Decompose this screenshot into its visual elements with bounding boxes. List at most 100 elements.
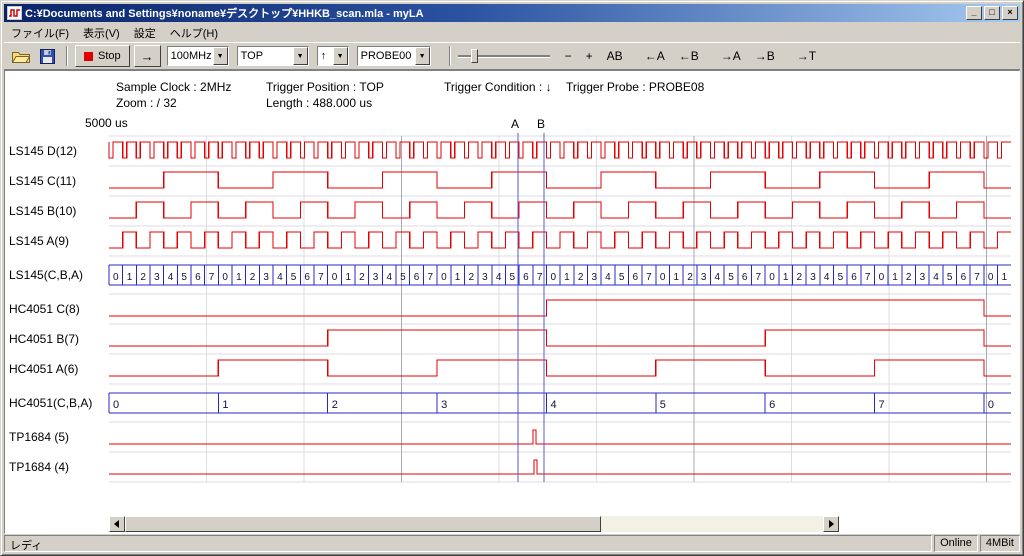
digital-wave	[109, 330, 1011, 346]
bus-value: 4	[605, 272, 611, 283]
horizontal-scrollbar[interactable]	[109, 516, 839, 532]
zoom-out-button[interactable]: −	[561, 46, 576, 66]
bus-value: 5	[728, 272, 734, 283]
bus-value: 4	[550, 399, 556, 411]
channel-label: LS145 D(12)	[9, 144, 77, 158]
zoom-info: Zoom : / 32	[116, 96, 177, 110]
bus-value: 6	[523, 272, 529, 283]
digital-wave	[109, 360, 1011, 376]
bus-value: 6	[961, 272, 967, 283]
channel-label: LS145 C(11)	[9, 174, 76, 188]
bus-value: 3	[482, 272, 488, 283]
toolbar: Stop → 100MHz ▼ TOP ▼ ↑ ▼ PROBE00 ▼ − + …	[4, 42, 1020, 70]
trigger-edge-select[interactable]: ↑ ▼	[317, 46, 349, 66]
ab-cursor-button[interactable]: AB	[603, 46, 627, 66]
bus-value: 3	[592, 272, 598, 283]
trigger-condition-info: Trigger Condition : ↓	[444, 80, 552, 94]
zoom-slider[interactable]	[458, 46, 550, 66]
bus-value: 1	[222, 399, 228, 411]
bus-value: 0	[879, 272, 885, 283]
bus-value: 2	[578, 272, 584, 283]
stop-icon	[84, 52, 93, 61]
slider-thumb[interactable]	[471, 49, 478, 63]
bus-value: 4	[933, 272, 939, 283]
run-button[interactable]: →	[134, 45, 161, 67]
scrollbar-thumb[interactable]	[125, 516, 601, 532]
bus-value: 2	[140, 272, 146, 283]
cursor-b-label: B	[537, 117, 545, 131]
sample-clock-select[interactable]: 100MHz ▼	[167, 46, 229, 66]
zoom-in-button[interactable]: +	[582, 46, 597, 66]
waveform-area[interactable]: 5000 usLS145 D(12)LS145 C(11)LS145 B(10)…	[1, 111, 1024, 491]
app-icon	[7, 6, 22, 20]
chevron-down-icon[interactable]: ▼	[293, 47, 308, 65]
bus-value: 3	[701, 272, 707, 283]
menu-view[interactable]: 表示(V)	[76, 24, 127, 42]
bus-value: 6	[414, 272, 420, 283]
close-button[interactable]: ×	[1002, 6, 1018, 20]
bus-value: 6	[851, 272, 857, 283]
memory-status: 4MBit	[980, 535, 1020, 552]
bus-value: 6	[304, 272, 310, 283]
goto-trigger-button[interactable]: →T	[793, 46, 820, 66]
trigger-probe-info: Trigger Probe : PROBE08	[566, 80, 704, 94]
app-window: C:¥Documents and Settings¥noname¥デスクトップ¥…	[0, 0, 1024, 556]
channel-label: HC4051 B(7)	[9, 332, 79, 346]
goto-b-right-button[interactable]: →B	[751, 46, 779, 66]
bus-value: 2	[906, 272, 912, 283]
sample-clock-value: 100MHz	[168, 50, 213, 62]
bus-value: 7	[974, 272, 980, 283]
channel-label: LS145(C,B,A)	[9, 268, 83, 282]
bus-value: 1	[674, 272, 680, 283]
bus-value: 0	[550, 272, 556, 283]
trigger-position-select[interactable]: TOP ▼	[237, 46, 309, 66]
channel-label: TP1684 (4)	[9, 460, 69, 474]
scroll-left-button[interactable]	[109, 516, 125, 532]
goto-a-left-button[interactable]: ←A	[641, 46, 669, 66]
goto-a-right-button[interactable]: →A	[717, 46, 745, 66]
goto-b-left-button[interactable]: ←B	[675, 46, 703, 66]
bus-value: 6	[633, 272, 639, 283]
trigger-position-value: TOP	[238, 50, 293, 62]
triangle-right-icon	[829, 520, 834, 528]
digital-wave	[109, 172, 1011, 188]
chevron-down-icon[interactable]: ▼	[415, 47, 430, 65]
bus-value: 1	[1002, 272, 1008, 283]
bus-value: 0	[988, 272, 994, 283]
bus-value: 5	[838, 272, 844, 283]
menu-settings[interactable]: 設定	[127, 24, 163, 42]
stop-button[interactable]: Stop	[75, 45, 130, 67]
bus-value: 4	[168, 272, 174, 283]
length-info: Length : 488.000 us	[266, 96, 372, 110]
bus-value: 5	[947, 272, 953, 283]
bus-value: 6	[742, 272, 748, 283]
time-scale-label: 5000 us	[85, 116, 128, 130]
bus-value: 1	[455, 272, 461, 283]
channel-label: TP1684 (5)	[9, 430, 69, 444]
chevron-down-icon[interactable]: ▼	[213, 47, 228, 65]
bus-value: 1	[127, 272, 133, 283]
save-button[interactable]	[35, 45, 59, 67]
menu-file[interactable]: ファイル(F)	[4, 24, 76, 42]
bus-value: 1	[892, 272, 898, 283]
bus-value: 4	[715, 272, 721, 283]
menu-help[interactable]: ヘルプ(H)	[163, 24, 225, 42]
bus-value: 1	[564, 272, 570, 283]
bus-value: 4	[824, 272, 830, 283]
scroll-right-button[interactable]	[823, 516, 839, 532]
chevron-down-icon[interactable]: ▼	[333, 47, 348, 65]
bus-value: 2	[797, 272, 803, 283]
trigger-probe-select[interactable]: PROBE00 ▼	[357, 46, 431, 66]
trigger-edge-value: ↑	[318, 50, 333, 62]
info-panel: Sample Clock : 2MHz Trigger Position : T…	[1, 71, 1019, 111]
minimize-button[interactable]: _	[966, 6, 982, 20]
toolbar-separator	[449, 46, 451, 66]
floppy-icon	[40, 49, 55, 64]
bus-value: 7	[537, 272, 543, 283]
maximize-button[interactable]: □	[984, 6, 1000, 20]
open-button[interactable]	[9, 45, 33, 67]
bus-value: 0	[332, 272, 338, 283]
channel-label: HC4051(C,B,A)	[9, 396, 92, 410]
bus-value: 7	[318, 272, 324, 283]
title-bar[interactable]: C:¥Documents and Settings¥noname¥デスクトップ¥…	[4, 4, 1020, 22]
